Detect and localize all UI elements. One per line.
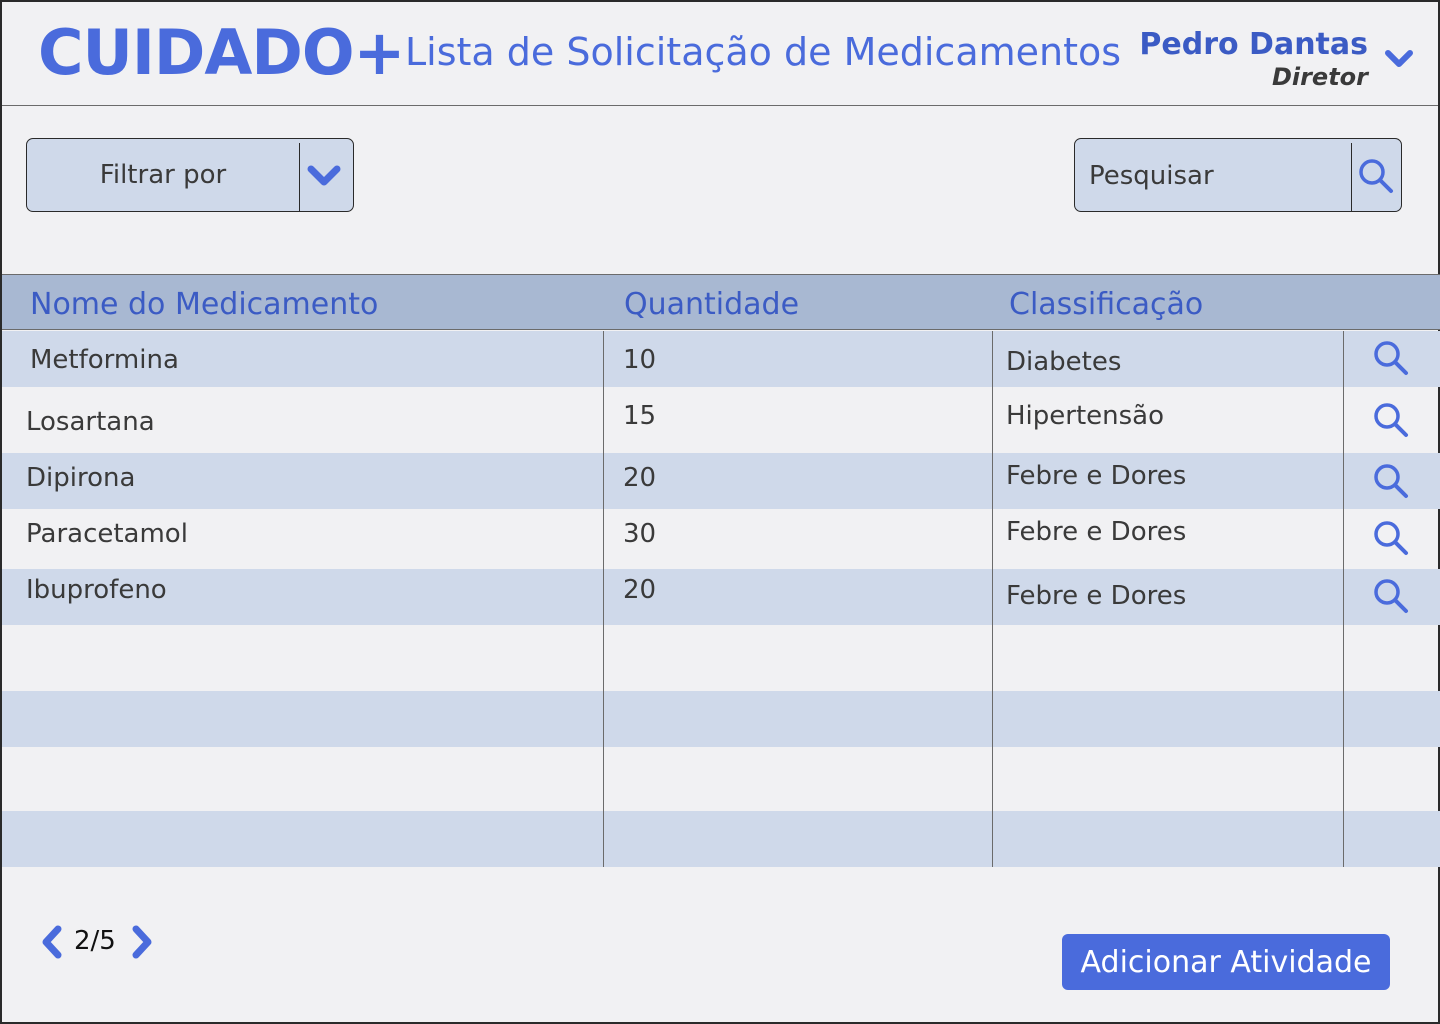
- user-role: Diretor: [1271, 63, 1368, 91]
- table-row[interactable]: Paracetamol 30 Febre e Dores: [2, 509, 1440, 569]
- medication-classification: Febre e Dores: [1006, 581, 1187, 611]
- chevron-right-icon[interactable]: [128, 924, 156, 960]
- medication-classification: Diabetes: [1006, 347, 1122, 377]
- search-icon[interactable]: [1372, 519, 1410, 557]
- medication-name: Paracetamol: [26, 519, 188, 549]
- medication-quantity: 20: [623, 463, 657, 493]
- table-row[interactable]: Losartana 15 Hipertensão: [2, 387, 1440, 453]
- medication-name: Dipirona: [26, 463, 136, 493]
- medication-quantity: 20: [623, 575, 657, 605]
- empty-row: [2, 691, 1440, 747]
- app-logo: CUIDADO+: [38, 16, 405, 89]
- search-box: [1074, 138, 1402, 212]
- medication-name: Losartana: [26, 407, 155, 437]
- column-divider: [992, 331, 993, 867]
- medication-classification: Hipertensão: [1006, 401, 1165, 431]
- page-title: Lista de Solicitação de Medicamentos: [405, 30, 1122, 74]
- table-row[interactable]: Ibuprofeno 20 Febre e Dores: [2, 569, 1440, 625]
- add-activity-button[interactable]: Adicionar Atividade: [1062, 934, 1390, 990]
- top-bar: CUIDADO+ Lista de Solicitação de Medicam…: [2, 2, 1438, 106]
- search-icon[interactable]: [1372, 462, 1410, 500]
- search-input[interactable]: [1089, 149, 1339, 203]
- chevron-left-icon[interactable]: [38, 924, 66, 960]
- search-icon[interactable]: [1372, 401, 1410, 439]
- page-indicator: 2/5: [74, 926, 116, 956]
- medication-name: Ibuprofeno: [26, 575, 167, 605]
- column-header-classification[interactable]: Classificação: [1009, 287, 1203, 322]
- search-icon[interactable]: [1357, 157, 1395, 195]
- medication-classification: Febre e Dores: [1006, 461, 1187, 491]
- column-divider: [1343, 331, 1344, 867]
- user-menu[interactable]: Pedro Dantas Diretor: [1139, 28, 1368, 92]
- medication-quantity: 30: [623, 519, 657, 549]
- column-divider: [603, 331, 604, 867]
- medication-classification: Febre e Dores: [1006, 517, 1187, 547]
- column-header-name[interactable]: Nome do Medicamento: [30, 287, 378, 322]
- medication-quantity: 10: [623, 345, 657, 375]
- user-name: Pedro Dantas: [1139, 27, 1368, 62]
- search-icon[interactable]: [1372, 339, 1410, 377]
- filter-dropdown[interactable]: Filtrar por: [26, 138, 354, 212]
- empty-row: [2, 625, 1440, 691]
- empty-row: [2, 811, 1440, 867]
- chevron-down-icon[interactable]: [1384, 46, 1414, 72]
- table-row[interactable]: Metformina 10 Diabetes: [2, 331, 1440, 387]
- medication-name: Metformina: [30, 345, 179, 375]
- chevron-down-icon[interactable]: [305, 159, 343, 193]
- column-header-quantity[interactable]: Quantidade: [624, 287, 799, 322]
- empty-row: [2, 747, 1440, 811]
- medication-table: Nome do Medicamento Quantidade Classific…: [2, 274, 1440, 330]
- search-icon[interactable]: [1372, 577, 1410, 615]
- table-header: Nome do Medicamento Quantidade Classific…: [2, 274, 1440, 330]
- table-row[interactable]: Dipirona 20 Febre e Dores: [2, 453, 1440, 509]
- search-divider: [1351, 143, 1352, 211]
- filter-divider: [299, 143, 300, 211]
- medication-quantity: 15: [623, 401, 657, 431]
- filter-label: Filtrar por: [99, 160, 227, 190]
